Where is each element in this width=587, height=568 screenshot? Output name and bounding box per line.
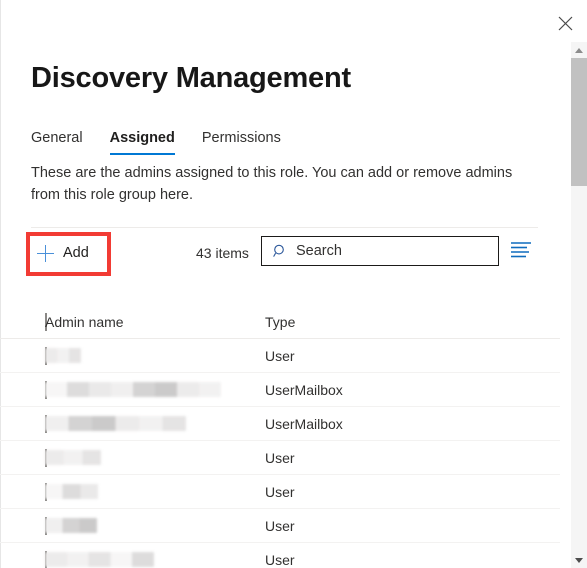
items-count: 43 items: [196, 245, 249, 261]
row-select-cell: [0, 414, 47, 433]
column-header-admin-name-cell: Admin name: [45, 314, 265, 330]
admin-name-cell: [45, 348, 265, 363]
table-row[interactable]: UserMailbox: [0, 373, 560, 407]
column-header-admin-name: Admin name: [45, 313, 124, 330]
table-header-row: Admin name Type: [0, 305, 560, 339]
admin-name-cell: [45, 382, 265, 397]
redacted-admin-name: [45, 348, 81, 363]
select-all-cell: [0, 312, 47, 331]
admins-table: Admin name Type User UserMailbox UserMailb…: [0, 305, 560, 568]
tab-assigned[interactable]: Assigned: [109, 130, 176, 155]
type-value: UserMailbox: [265, 415, 343, 432]
tab-general[interactable]: General: [31, 130, 83, 155]
search-input[interactable]: Search: [261, 236, 499, 266]
admin-name-cell: [45, 518, 265, 533]
table-row[interactable]: UserMailbox: [0, 407, 560, 441]
scrollbar-thumb[interactable]: [571, 58, 587, 186]
vertical-scrollbar[interactable]: [571, 42, 587, 568]
column-header-type-cell: Type: [265, 314, 465, 330]
table-row[interactable]: User: [0, 543, 560, 568]
type-cell: User: [265, 348, 465, 364]
type-value: User: [265, 551, 295, 568]
table-row[interactable]: User: [0, 339, 560, 373]
redacted-admin-name: [45, 552, 154, 567]
admin-name-cell: [45, 450, 265, 465]
redacted-admin-name: [45, 450, 101, 465]
search-placeholder: Search: [296, 243, 342, 259]
table-row[interactable]: User: [0, 509, 560, 543]
type-cell: UserMailbox: [265, 416, 465, 432]
admin-name-cell: [45, 484, 265, 499]
search-icon: [273, 244, 287, 258]
row-select-cell: [0, 516, 47, 535]
chevron-up-icon: [575, 47, 583, 53]
row-select-cell: [0, 550, 47, 568]
row-select-cell: [0, 380, 47, 399]
discovery-management-flyout: Discovery Management General Assigned Pe…: [0, 0, 587, 568]
chevron-down-icon: [575, 557, 583, 563]
table-body: User UserMailbox UserMailbox User User User Us…: [0, 339, 560, 568]
type-value: User: [265, 517, 295, 534]
redacted-admin-name: [45, 518, 97, 533]
add-button-label: Add: [63, 245, 89, 261]
list-view-icon[interactable]: [510, 240, 532, 260]
admin-name-cell: [45, 416, 265, 431]
type-value: UserMailbox: [265, 381, 343, 398]
description-text: These are the admins assigned to this ro…: [31, 165, 513, 203]
type-value: User: [265, 347, 295, 364]
column-header-type: Type: [265, 313, 296, 330]
type-cell: User: [265, 450, 465, 466]
row-select-cell: [0, 482, 47, 501]
table-row[interactable]: User: [0, 441, 560, 475]
add-button[interactable]: Add: [33, 238, 95, 268]
type-value: User: [265, 483, 295, 500]
tab-permissions[interactable]: Permissions: [202, 130, 281, 155]
type-cell: User: [265, 518, 465, 534]
plus-icon: [37, 244, 54, 262]
page-title: Discovery Management: [31, 62, 351, 94]
tab-bar: General Assigned Permissions: [31, 130, 308, 155]
scrollbar-down-arrow[interactable]: [571, 552, 587, 568]
row-select-cell: [0, 448, 47, 467]
scrollbar-up-arrow[interactable]: [571, 42, 587, 58]
redacted-admin-name: [45, 484, 98, 499]
table-row[interactable]: User: [0, 475, 560, 509]
close-button[interactable]: [549, 7, 581, 39]
admin-name-cell: [45, 552, 265, 567]
redacted-admin-name: [45, 382, 221, 397]
toolbar-divider: [31, 227, 538, 228]
type-cell: UserMailbox: [265, 382, 465, 398]
type-cell: User: [265, 552, 465, 568]
redacted-admin-name: [45, 416, 186, 431]
type-cell: User: [265, 484, 465, 500]
toolbar: Add 43 items Search: [0, 232, 587, 274]
close-icon: [558, 16, 573, 31]
type-value: User: [265, 449, 295, 466]
row-select-cell: [0, 346, 47, 365]
